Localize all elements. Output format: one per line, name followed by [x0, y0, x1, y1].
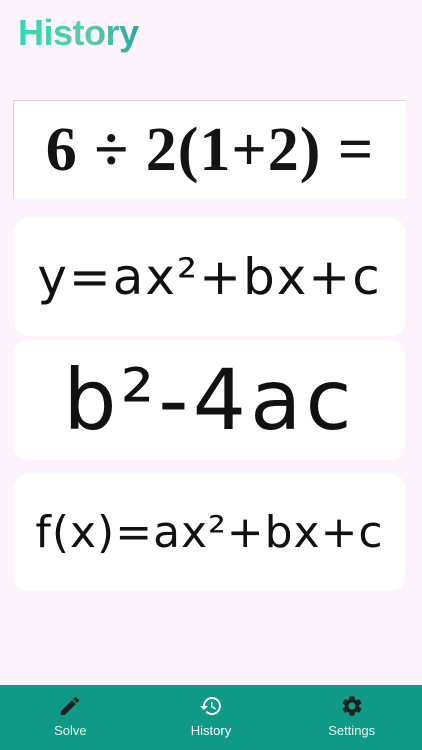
nav-label-history: History [190, 723, 232, 738]
expression-image: f(x)=ax²+bx+c [35, 507, 384, 558]
history-item[interactable]: y=ax²+bx+c [14, 218, 405, 336]
page-title: History [18, 12, 139, 53]
expression-image: y=ax²+bx+c [37, 248, 382, 306]
history-item[interactable]: f(x)=ax²+bx+c [14, 474, 405, 591]
history-item[interactable]: b²-4ac [14, 340, 405, 460]
nav-item-solve[interactable]: Solve [0, 685, 141, 750]
nav-label-solve: Solve [54, 723, 87, 738]
nav-label-settings: Settings [328, 723, 376, 738]
expression-image: b²-4ac [63, 351, 356, 449]
pencil-icon [61, 696, 80, 715]
history-item[interactable]: 6 ÷ 2(1+2) = [13, 100, 406, 199]
nav-item-history[interactable]: History [141, 685, 282, 750]
history-icon [200, 697, 221, 715]
bottom-navigation: Solve History Settings [0, 685, 422, 750]
gear-icon [342, 696, 362, 716]
expression-image: 6 ÷ 2(1+2) = [45, 115, 375, 184]
nav-item-settings[interactable]: Settings [281, 685, 422, 750]
